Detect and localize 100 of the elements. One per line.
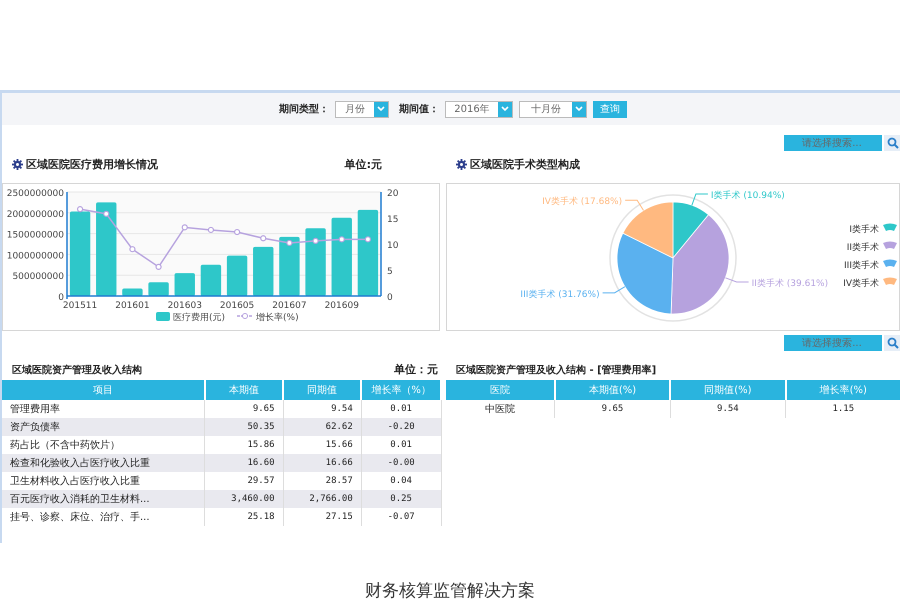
dropdown[interactable]: 月份 xyxy=(335,100,389,118)
axis-label: 10 xyxy=(387,241,398,251)
table-title: 区域医院资产管理及收入结构 xyxy=(12,364,142,377)
table-cell: 检查和化验收入占医疗收入比重 xyxy=(2,454,205,472)
axis-label: 1500000000 xyxy=(6,230,64,241)
table-cell: -0.07 xyxy=(361,508,441,526)
leader-line xyxy=(724,277,750,283)
axis-label: 5 xyxy=(387,267,393,277)
table-cell: 3,460.00 xyxy=(204,490,284,508)
column-header: 本期值(%) xyxy=(554,380,670,400)
leader-line xyxy=(691,193,708,206)
data-point xyxy=(103,210,110,217)
legend-label: 医疗费用(元) xyxy=(173,313,226,323)
legend-swatch xyxy=(883,242,897,249)
axis-label: 2000000000 xyxy=(6,210,64,220)
column-header: 增长率(%) xyxy=(786,380,900,400)
table-cell: -0.20 xyxy=(361,418,441,436)
data-point xyxy=(155,264,162,270)
column-header: 医院 xyxy=(446,380,555,400)
legend-label: III类手术 xyxy=(844,261,879,271)
table-cell: -0.00 xyxy=(361,454,441,472)
axis-label: 500000000 xyxy=(12,272,64,282)
column-header: 本期值 xyxy=(204,380,284,400)
data-label: I类手术 (10.94%) xyxy=(710,190,785,201)
axis-label: 201603 xyxy=(168,301,202,311)
gear-icon xyxy=(12,158,23,170)
table-cell: 中医院 xyxy=(446,400,555,418)
table-cell: 62.62 xyxy=(283,418,362,436)
data-point xyxy=(260,235,266,242)
legend-swatch xyxy=(883,260,897,267)
legend-label: I类手术 xyxy=(849,225,879,235)
table-cell: 16.60 xyxy=(204,454,284,472)
caret-icon xyxy=(377,106,385,112)
axis-label: 201609 xyxy=(324,301,359,311)
table-cell: 27.15 xyxy=(283,508,362,526)
table-cell: 2,766.00 xyxy=(283,490,362,508)
column-header: 增长率（%） xyxy=(361,380,441,400)
data-point xyxy=(129,246,136,252)
axis-label: 0 xyxy=(58,293,64,303)
axis-label: 201607 xyxy=(272,301,307,311)
search-field[interactable]: 请选择搜索... xyxy=(784,135,882,151)
column-header: 项目 xyxy=(2,380,205,400)
table-cell: 25.18 xyxy=(204,508,284,526)
axis-label: 2500000000 xyxy=(6,189,64,199)
table-cell: 50.35 xyxy=(204,418,284,436)
leader-line xyxy=(624,200,644,211)
axis-label: 20 xyxy=(387,189,398,199)
data-point xyxy=(364,236,372,242)
search-button[interactable] xyxy=(884,135,900,151)
leader-line xyxy=(602,286,626,294)
axis-label: 201601 xyxy=(115,301,150,311)
data-point xyxy=(76,206,84,212)
search-icon xyxy=(887,137,899,149)
data-point xyxy=(312,238,319,244)
table-title: 区域医院资产管理及收入结构 - [管理费用率] xyxy=(456,363,656,377)
caret-icon xyxy=(501,106,509,112)
legend-swatch xyxy=(237,313,253,319)
data-point xyxy=(286,240,293,246)
data-label: III类手术 (31.76%) xyxy=(520,290,600,300)
dropdown[interactable]: 十月份 xyxy=(519,100,587,118)
table-cell: 9.54 xyxy=(670,400,786,418)
dropdown[interactable]: 2016年 xyxy=(445,100,513,118)
table-cell: 百元医疗收入消耗的卫生材料... xyxy=(2,490,205,508)
legend-swatch xyxy=(156,312,170,321)
search-field[interactable]: 请选择搜索... xyxy=(784,335,882,351)
column-header: 同期值(%) xyxy=(670,380,786,400)
data-point xyxy=(208,226,214,234)
caption-text: 财务核算监管解决方案 xyxy=(364,580,536,602)
caret-icon xyxy=(575,106,583,112)
search-button[interactable] xyxy=(884,335,900,351)
data-point xyxy=(338,236,345,242)
legend-label: 增长率(%) xyxy=(256,313,299,323)
data-point xyxy=(234,228,240,236)
legend-swatch xyxy=(883,224,897,231)
search-icon xyxy=(887,337,899,349)
data-label: IV类手术 (17.68%) xyxy=(542,197,622,208)
axis-label: 15 xyxy=(387,215,398,225)
table-cell: 16.66 xyxy=(283,454,362,472)
unit-label: 单位：元 xyxy=(394,362,438,377)
table-cell: 挂号、诊察、床位、治疗、手... xyxy=(2,508,205,526)
table-cell: 1.15 xyxy=(786,400,900,418)
legend-label: IV类手术 xyxy=(843,279,879,289)
filter-label: 期间类型： xyxy=(279,102,329,116)
data-point xyxy=(182,224,188,230)
filter-label: 期间值： xyxy=(399,102,439,116)
table-cell: 0.25 xyxy=(361,490,441,508)
chart-title: 区域医院医疗费用增长情况 xyxy=(26,156,158,172)
unit-label: 单位:元 xyxy=(344,156,382,172)
table-cell: 9.65 xyxy=(554,400,670,418)
axis-label: 201511 xyxy=(62,301,98,311)
axis-label: 1000000000 xyxy=(6,251,64,262)
axis-label: 201605 xyxy=(220,301,254,311)
legend-label: II类手术 xyxy=(846,243,879,253)
axis-label: 0 xyxy=(387,293,393,303)
gear-icon xyxy=(456,158,467,170)
data-label: II类手术 (39.61%) xyxy=(752,279,828,290)
column-header: 同期值 xyxy=(283,380,362,400)
legend-swatch xyxy=(883,278,897,285)
table-cell: 资产负债率 xyxy=(2,418,205,436)
chart-title: 区域医院手术类型构成 xyxy=(470,156,580,172)
